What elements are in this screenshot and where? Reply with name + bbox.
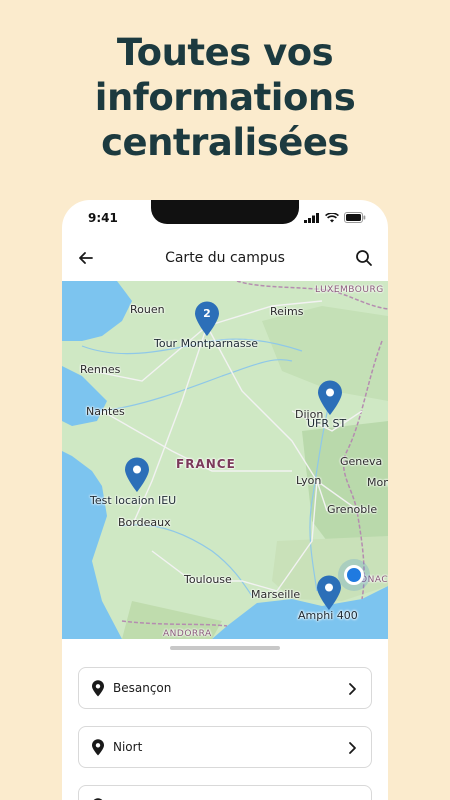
headline-line-2: informations [94, 76, 356, 119]
pin-label-ufr-st: UFR ST [307, 417, 347, 430]
pin-label-tour-montparnasse: Tour Montparnasse [154, 337, 259, 350]
map-label-andorra: ANDORRA [163, 629, 212, 639]
chevron-right-icon [349, 683, 356, 695]
map-pin-amphi-400[interactable] [316, 575, 342, 611]
headline: Toutes vos informations centralisées [0, 30, 450, 165]
map-label-reims: Reims [270, 305, 304, 318]
map-label-grenoble: Grenoble [327, 503, 378, 516]
pin-label-amphi-400: Amphi 400 [298, 609, 358, 622]
map-pin-ufr-st[interactable] [317, 380, 343, 416]
map-pin-test-location-ieu[interactable] [124, 457, 150, 493]
map-label-marseille: Marseille [251, 588, 301, 601]
chevron-right-icon [349, 742, 356, 754]
map-label-mont: Mont [367, 476, 388, 489]
map-pin-cluster[interactable]: 2 [194, 301, 220, 337]
status-time: 9:41 [88, 211, 118, 225]
list-item-partial[interactable] [78, 785, 372, 800]
list-item-besancon[interactable]: Besançon [78, 667, 372, 709]
location-pin-icon [92, 739, 104, 756]
status-icons [304, 212, 366, 223]
headline-line-3: centralisées [101, 121, 349, 164]
signal-icon [304, 212, 319, 223]
phone-notch [151, 200, 299, 224]
list-item-label: Niort [113, 740, 143, 754]
list-item-niort[interactable]: Niort [78, 726, 372, 768]
map-label-monaco: ONACO [360, 575, 388, 585]
map-label-lyon: Lyon [296, 474, 322, 487]
campus-map[interactable]: LUXEMBOURG Rouen Reims Rennes Nantes Dij… [62, 281, 388, 639]
list-item-label: Besançon [113, 681, 172, 695]
search-icon[interactable] [354, 248, 374, 268]
map-marker-icon [317, 575, 341, 610]
pin-label-test-location-ieu: Test locaion IEU [90, 494, 177, 507]
location-pin-icon [92, 680, 104, 697]
map-label-geneva: Geneva [340, 455, 383, 468]
map-label-luxembourg: LUXEMBOURG [315, 285, 384, 295]
map-label-bordeaux: Bordeaux [118, 516, 171, 529]
wifi-icon [325, 212, 339, 222]
map-label-rouen: Rouen [130, 303, 165, 316]
map-label-france: FRANCE [176, 457, 236, 471]
map-label-rennes: Rennes [80, 363, 121, 376]
headline-line-1: Toutes vos [116, 31, 334, 74]
cluster-count: 2 [203, 307, 211, 320]
map-marker-icon [318, 380, 342, 415]
bottom-sheet-handle[interactable] [170, 646, 280, 650]
user-location-dot [344, 565, 364, 585]
phone-frame: 9:41 Carte du campus LUXEMBOURG Rouen Re… [62, 200, 388, 800]
battery-icon [344, 212, 366, 223]
map-marker-icon [125, 457, 149, 492]
page-title: Carte du campus [165, 250, 285, 266]
app-bar: Carte du campus [62, 240, 388, 280]
map-label-nantes: Nantes [86, 405, 125, 418]
map-label-toulouse: Toulouse [184, 573, 232, 586]
